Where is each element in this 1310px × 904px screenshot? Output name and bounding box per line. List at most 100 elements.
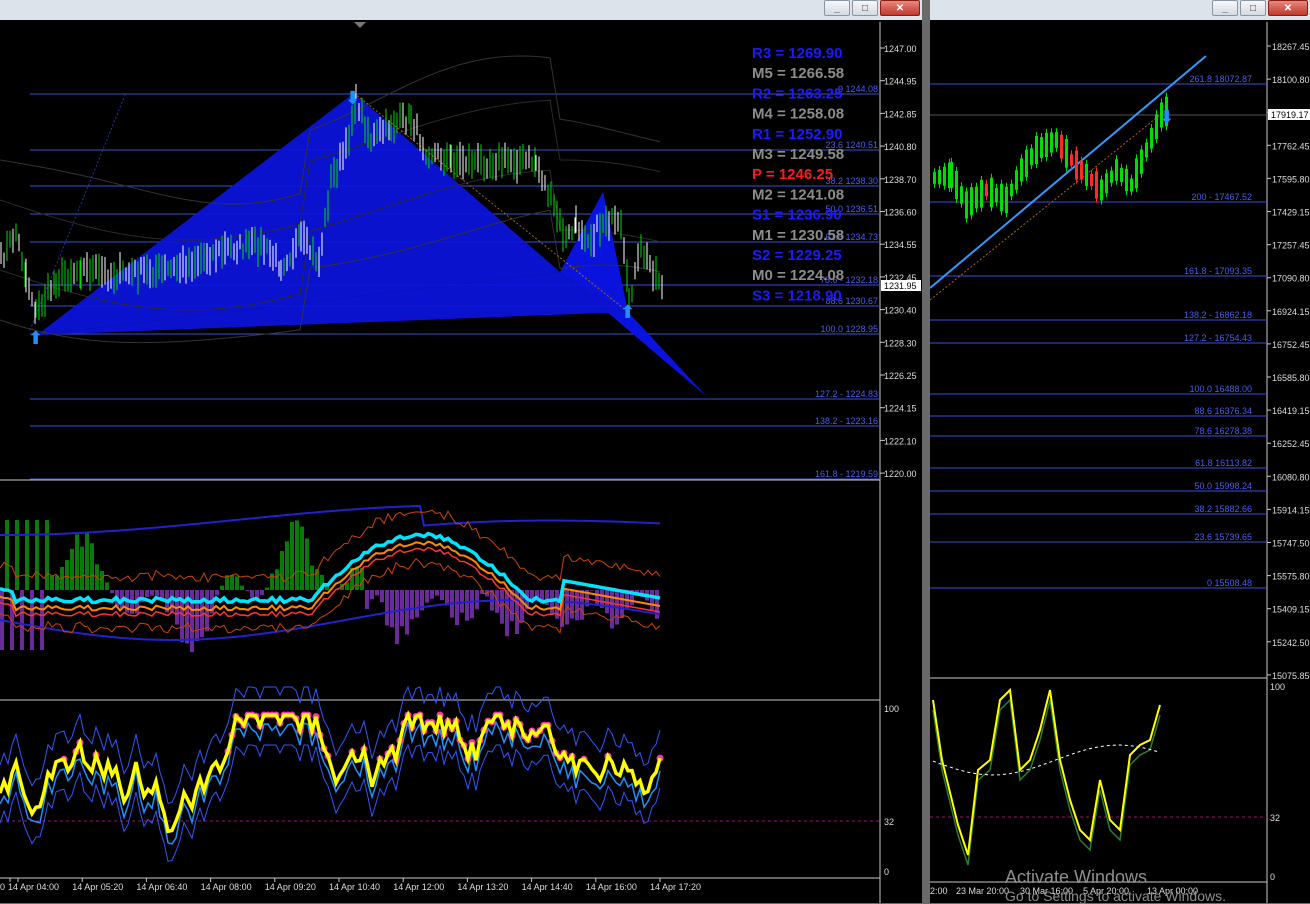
fib-level-label: 200 - 17467.52 [1191, 192, 1252, 202]
down-arrow-icon: ⬇ [1159, 107, 1174, 128]
time-axis-label: 14 Apr 09:20 [265, 882, 316, 892]
price-candle [1130, 178, 1133, 191]
fib-level-label: 0 1244.08 [838, 84, 878, 94]
price-candle [1110, 171, 1113, 183]
fib-level-label: 38.2 1238.30 [825, 176, 878, 186]
oscillator-axis-label: 32 [1270, 813, 1280, 823]
price-candle [1020, 158, 1023, 181]
time-axis-label: 14 Apr 13:20 [457, 882, 508, 892]
up-arrow-icon: ⬆ [620, 302, 635, 323]
histogram-bar [150, 590, 154, 596]
histogram-bar [220, 586, 224, 590]
histogram-bar [415, 590, 419, 618]
main-chart-window[interactable]: _ □ ✕ 1247.001244.951242.851240.801238.7… [0, 0, 922, 903]
fib-level-label: 138.2 - 16862.18 [1184, 310, 1252, 320]
histogram-bar [25, 520, 29, 590]
price-axis-label: 16585.80 [1272, 373, 1310, 383]
price-candle [1045, 133, 1048, 157]
price-candle [1035, 136, 1038, 164]
histogram-bar [280, 551, 284, 590]
price-axis-label: 15747.50 [1272, 539, 1310, 549]
histogram-bar [85, 532, 89, 590]
pivot-level-label: M4 = 1258.08 [752, 106, 844, 123]
histogram-bar [505, 590, 509, 636]
histogram-bar [580, 590, 584, 620]
price-candle [1105, 173, 1108, 193]
price-axis-label: 15914.15 [1272, 505, 1310, 515]
histogram-bar [70, 549, 74, 590]
price-candle [1065, 139, 1068, 168]
pivot-level-label: M2 = 1241.08 [752, 186, 844, 203]
histogram-bar [365, 590, 369, 609]
price-candle [990, 178, 993, 208]
time-axis-label: 23 Mar 20:00 [956, 886, 1009, 896]
histogram-bar [45, 520, 49, 590]
time-axis-label: 14 Apr 12:00 [393, 882, 444, 892]
histogram-bar [240, 586, 244, 590]
price-candle [1030, 148, 1033, 165]
price-axis-label: 17595.80 [1272, 174, 1310, 184]
fib-level-label: 61.8 16113.82 [1195, 458, 1252, 468]
fib-level-label: 261.8 18072.87 [1189, 74, 1252, 84]
histogram-bar [395, 590, 399, 644]
time-axis-label: 14 Apr 10:40 [329, 882, 380, 892]
histogram-bar [5, 520, 9, 590]
price-candle [1145, 142, 1148, 157]
price-axis-label: 17257.45 [1272, 241, 1310, 251]
histogram-bar [275, 569, 279, 590]
histogram-bar [400, 590, 404, 626]
pivot-level-label: M5 = 1266.58 [752, 65, 844, 82]
histogram-bar [425, 590, 429, 603]
pivot-level-label: R1 = 1252.90 [752, 126, 843, 143]
histogram-bar [145, 590, 149, 597]
histogram-bar [15, 520, 19, 590]
fib-level-label: 138.2 - 1223.16 [815, 416, 878, 426]
histogram-bar [500, 590, 504, 624]
price-axis-label: 1242.85 [884, 109, 917, 119]
fib-level-label: 100.0 1228.95 [820, 324, 878, 334]
time-axis-label: 14 Apr 16:00 [586, 882, 637, 892]
fib-level-label: 50.0 15998.24 [1194, 481, 1252, 491]
histogram-bar [620, 590, 624, 618]
histogram-bar [90, 543, 94, 590]
histogram-bar [40, 590, 44, 650]
time-axis-label: 14 Apr 05:20 [72, 882, 123, 892]
price-candle [1155, 114, 1158, 139]
price-candle [1095, 171, 1098, 198]
histogram-bar [370, 590, 374, 599]
secondary-chart-window[interactable]: _ □ ✕ 18267.4518100.8017919.1717762.4517… [930, 0, 1310, 903]
chart-background [930, 21, 1310, 903]
current-price-label: 17919.17 [1271, 110, 1309, 120]
histogram-bar [50, 576, 54, 590]
histogram-bar [215, 590, 219, 595]
price-candle [1055, 132, 1058, 148]
activation-watermark: Activate Windows [1005, 867, 1147, 888]
price-candle [960, 186, 963, 203]
price-candle [1120, 168, 1123, 182]
price-axis-label: 1226.25 [884, 371, 917, 381]
histogram-bar [80, 547, 84, 590]
oscillator-axis-label: 0 [884, 867, 889, 877]
price-candle [1115, 159, 1118, 181]
time-axis-label: 14 Apr 08:00 [201, 882, 252, 892]
pivot-level-label: S2 = 1229.25 [752, 247, 842, 264]
pivot-level-label: S1 = 1236.90 [752, 207, 842, 224]
oscillator-axis-label: 100 [1270, 682, 1285, 692]
histogram-bar [590, 590, 594, 591]
secondary-chart-canvas[interactable]: 18267.4518100.8017919.1717762.4517595.80… [930, 0, 1310, 903]
histogram-bar [355, 567, 359, 590]
histogram-bar [385, 590, 389, 625]
histogram-bar [295, 520, 299, 590]
histogram-bar [105, 582, 109, 590]
fib-level-label: 88.6 16376.34 [1194, 406, 1252, 416]
main-chart-canvas[interactable]: 1247.001244.951242.851240.801238.701236.… [0, 0, 922, 903]
price-candle [1015, 170, 1018, 190]
price-candle [1085, 164, 1088, 186]
histogram-bar [575, 590, 579, 620]
histogram-bar [245, 590, 249, 591]
price-candle [970, 187, 973, 215]
price-candle [1100, 180, 1103, 201]
price-candle [938, 170, 941, 184]
price-axis-label: 1244.95 [884, 77, 917, 87]
price-candle [1075, 150, 1078, 179]
